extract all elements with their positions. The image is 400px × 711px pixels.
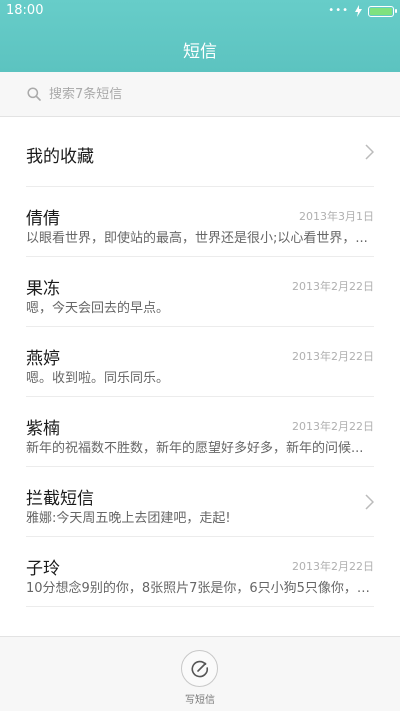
- thread-row[interactable]: 燕婷 2013年2月22日 嗯。收到啦。同乐同乐。: [26, 327, 374, 397]
- thread-date: 2013年2月22日: [292, 560, 374, 573]
- thread-name: 燕婷: [26, 349, 60, 369]
- blocked-label: 拦截短信: [26, 489, 94, 509]
- thread-date: 2013年2月22日: [292, 350, 374, 363]
- signal-dots-icon: •••: [328, 5, 349, 16]
- favorites-row[interactable]: 我的收藏: [26, 117, 374, 187]
- thread-date: 2013年3月1日: [299, 210, 374, 223]
- battery-icon: [368, 5, 397, 17]
- compose-label[interactable]: 写短信: [0, 691, 400, 706]
- charging-bolt-icon: [355, 5, 362, 17]
- blocked-preview: 雅娜:今天周五晚上去团建吧，走起!: [26, 511, 231, 526]
- thread-name: 倩倩: [26, 209, 60, 229]
- thread-date: 2013年2月22日: [292, 280, 374, 293]
- thread-row[interactable]: 紫楠 2013年2月22日 新年的祝福数不胜数，新年的愿望好多好多，新年的问候.…: [26, 397, 374, 467]
- thread-name: 紫楠: [26, 419, 60, 439]
- page-title: 短信: [183, 42, 217, 62]
- message-list: 我的收藏 倩倩 2013年3月1日 以眼看世界，即使站的最高，世界还是很小;以心…: [0, 117, 400, 607]
- status-time: 18:00: [6, 3, 44, 18]
- compose-icon: [190, 660, 208, 677]
- thread-row[interactable]: 果冻 2013年2月22日 嗯，今天会回去的早点。: [26, 257, 374, 327]
- thread-row[interactable]: 子玲 2013年2月22日 10分想念9别的你，8张照片7张是你，6只小狗5只像…: [26, 537, 374, 607]
- search-bar[interactable]: [0, 72, 400, 117]
- favorites-label: 我的收藏: [26, 147, 94, 167]
- thread-preview: 以眼看世界，即使站的最高，世界还是很小;以心看世界，...: [26, 231, 368, 246]
- compose-button[interactable]: [181, 650, 218, 687]
- thread-date: 2013年2月22日: [292, 420, 374, 433]
- search-input[interactable]: [49, 86, 349, 102]
- search-icon: [27, 87, 41, 101]
- thread-name: 果冻: [26, 279, 60, 299]
- thread-preview: 10分想念9别的你，8张照片7张是你，6只小狗5只像你，4...: [26, 581, 374, 596]
- thread-preview: 新年的祝福数不胜数，新年的愿望好多好多，新年的问候...: [26, 441, 364, 456]
- status-icons: •••: [328, 4, 397, 18]
- bottom-bar: 写短信: [0, 636, 400, 711]
- thread-row[interactable]: 倩倩 2013年3月1日 以眼看世界，即使站的最高，世界还是很小;以心看世界，.…: [26, 187, 374, 257]
- app-header: 18:00 ••• 短信: [0, 0, 400, 72]
- blocked-messages-row[interactable]: 拦截短信 雅娜:今天周五晚上去团建吧，走起!: [26, 467, 374, 537]
- thread-preview: 嗯，今天会回去的早点。: [26, 301, 170, 316]
- chevron-right-icon: [365, 494, 374, 510]
- battery-level: [370, 7, 392, 15]
- thread-name: 子玲: [26, 559, 60, 579]
- chevron-right-icon: [365, 144, 374, 160]
- thread-preview: 嗯。收到啦。同乐同乐。: [26, 371, 170, 386]
